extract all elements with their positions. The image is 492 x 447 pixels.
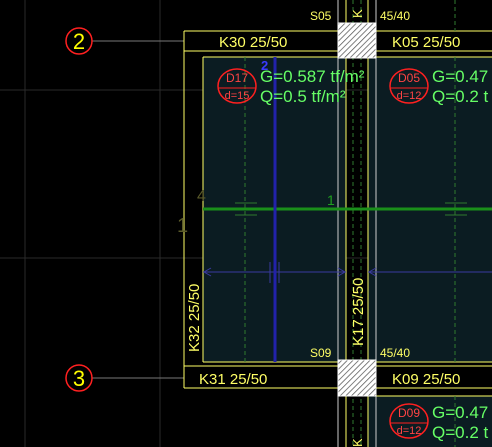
column-s09[interactable]: [337, 359, 377, 397]
axis-3-bubble[interactable]: 3: [65, 364, 93, 392]
column-s05-name: S05: [310, 9, 332, 23]
slab-d09-thickness: d=12: [397, 425, 422, 437]
beam-k05-label: K05 25/50: [392, 34, 460, 51]
faint-label-b: 1: [177, 215, 188, 237]
beam-k30-label: K30 25/50: [219, 34, 287, 51]
beam-k17-bottom-fragment: K: [350, 438, 365, 447]
beam-k32-label: K32 25/50: [186, 284, 203, 352]
slab-d17-thickness: d=15: [225, 90, 250, 102]
column-s09-size: 45/40: [380, 346, 410, 360]
column-s05[interactable]: [337, 22, 377, 59]
slab-d05-dead-load: G=0.47: [432, 67, 488, 86]
slab-d05-live-load: Q=0.2 t: [432, 87, 489, 106]
column-s05-size: 45/40: [380, 9, 410, 23]
slab-d05-thickness: d=12: [397, 90, 422, 102]
slab-d17-dead-load: G=0.587 tf/m²: [260, 67, 365, 86]
axis-2-bubble[interactable]: 2: [65, 27, 93, 55]
axis-2-label: 2: [73, 29, 85, 54]
slab-d17-live-load: Q=0.5 tf/m²: [260, 87, 346, 106]
axis-3-label: 3: [73, 366, 85, 391]
slab-d09-dead-load: G=0.47: [432, 403, 488, 422]
slab-d09-live-load: Q=0.2 t: [432, 423, 489, 442]
beam-k09-label: K09 25/50: [392, 371, 460, 388]
beam-k17-label: K17 25/50: [350, 278, 367, 346]
beam-k17-top-fragment: K: [350, 9, 365, 18]
cad-drawing-canvas[interactable]: 1 2 4 1 S05 45/40 S09 45/40 K30 25/50 K0…: [0, 0, 492, 447]
faint-label-a: 4: [197, 188, 206, 205]
beam-k31-label: K31 25/50: [199, 371, 267, 388]
strip-1-label: 1: [327, 192, 335, 208]
slab-d17-id: D17: [226, 71, 248, 85]
column-s09-name: S09: [310, 346, 332, 360]
slab-d09-id: D09: [398, 406, 420, 420]
slab-d05-id: D05: [398, 71, 420, 85]
